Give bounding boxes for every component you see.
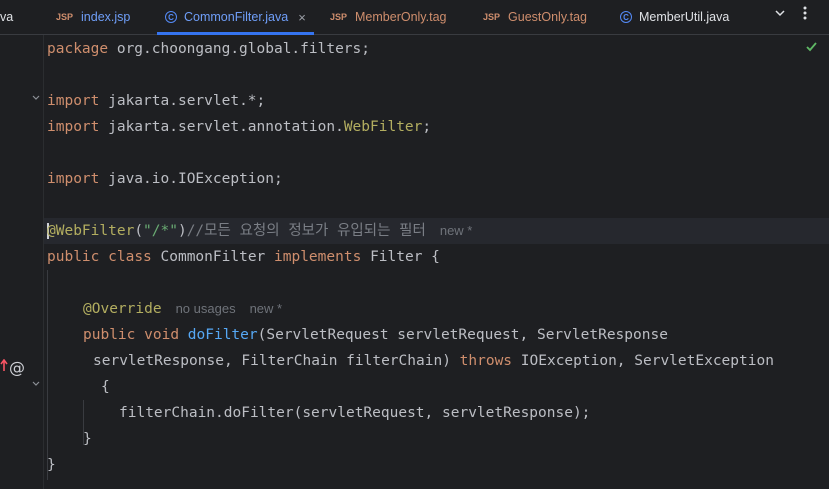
- chevron-down-icon[interactable]: [774, 7, 786, 22]
- code-line-3: import jakarta.servlet.*;: [47, 93, 266, 109]
- tab-commonfilter-java[interactable]: C CommonFilter.java ×: [157, 0, 314, 35]
- tab-memberutil-java[interactable]: C MemberUtil.java: [620, 0, 729, 34]
- inlay-hint-author[interactable]: new *: [250, 301, 283, 316]
- fold-method-icon[interactable]: [31, 379, 41, 392]
- tab-label: GuestOnly.tag: [508, 10, 587, 24]
- tab-label: index.jsp: [81, 10, 131, 24]
- fold-imports-icon[interactable]: [31, 93, 41, 106]
- code-line-1: package org.choongang.global.filters;: [47, 41, 371, 57]
- editor-gutter: @: [0, 35, 44, 489]
- tab-memberonly-tag[interactable]: JSP MemberOnly.tag: [330, 0, 446, 34]
- java-class-icon: C: [620, 11, 632, 23]
- tab-index-jsp[interactable]: JSP index.jsp: [56, 0, 130, 34]
- code-line-12: public void doFilter(ServletRequest serv…: [83, 327, 668, 343]
- tab-label: CommonFilter.java: [184, 10, 289, 24]
- code-line-4: import jakarta.servlet.annotation.WebFil…: [47, 119, 432, 135]
- code-line-13: {: [101, 379, 110, 395]
- override-arrow-icon[interactable]: [0, 358, 8, 375]
- code-line-8: @WebFilter("/*")//모든 요청의 정보가 유입되는 필터 new …: [47, 223, 473, 239]
- jsp-file-icon: JSP: [483, 12, 501, 22]
- close-tab-icon[interactable]: ×: [298, 10, 306, 25]
- code-line-6: import java.io.IOException;: [47, 171, 283, 187]
- code-line-12-wrap: servletResponse, FilterChain filterChain…: [93, 353, 774, 369]
- code-line-14: filterChain.doFilter(servletRequest, ser…: [119, 405, 591, 421]
- inlay-hint-usages[interactable]: no usages: [176, 301, 236, 316]
- jsp-file-icon: JSP: [56, 12, 74, 22]
- tab-guestonly-tag[interactable]: JSP GuestOnly.tag: [483, 0, 587, 34]
- code-line-11: @Override no usages new *: [83, 301, 283, 317]
- tab-label: va: [0, 10, 14, 24]
- code-line-9: public class CommonFilter implements Fil…: [47, 249, 440, 265]
- editor-tab-bar: va JSP index.jsp C CommonFilter.java × J…: [0, 0, 829, 35]
- more-options-icon[interactable]: [802, 5, 808, 25]
- inspection-ok-check-icon[interactable]: [805, 40, 818, 57]
- tab-truncated-java[interactable]: va: [0, 0, 13, 34]
- indent-guide: [47, 270, 48, 480]
- jsp-file-icon: JSP: [330, 12, 348, 22]
- code-editor[interactable]: package org.choongang.global.filters; im…: [44, 35, 829, 489]
- tab-label: MemberUtil.java: [639, 10, 730, 24]
- tab-label: MemberOnly.tag: [355, 10, 447, 24]
- java-class-icon: C: [165, 11, 177, 23]
- annotation-at-icon[interactable]: @: [9, 358, 25, 377]
- code-line-15: }: [83, 431, 92, 447]
- code-line-16: }: [47, 457, 56, 473]
- inlay-hint-author[interactable]: new *: [440, 223, 473, 238]
